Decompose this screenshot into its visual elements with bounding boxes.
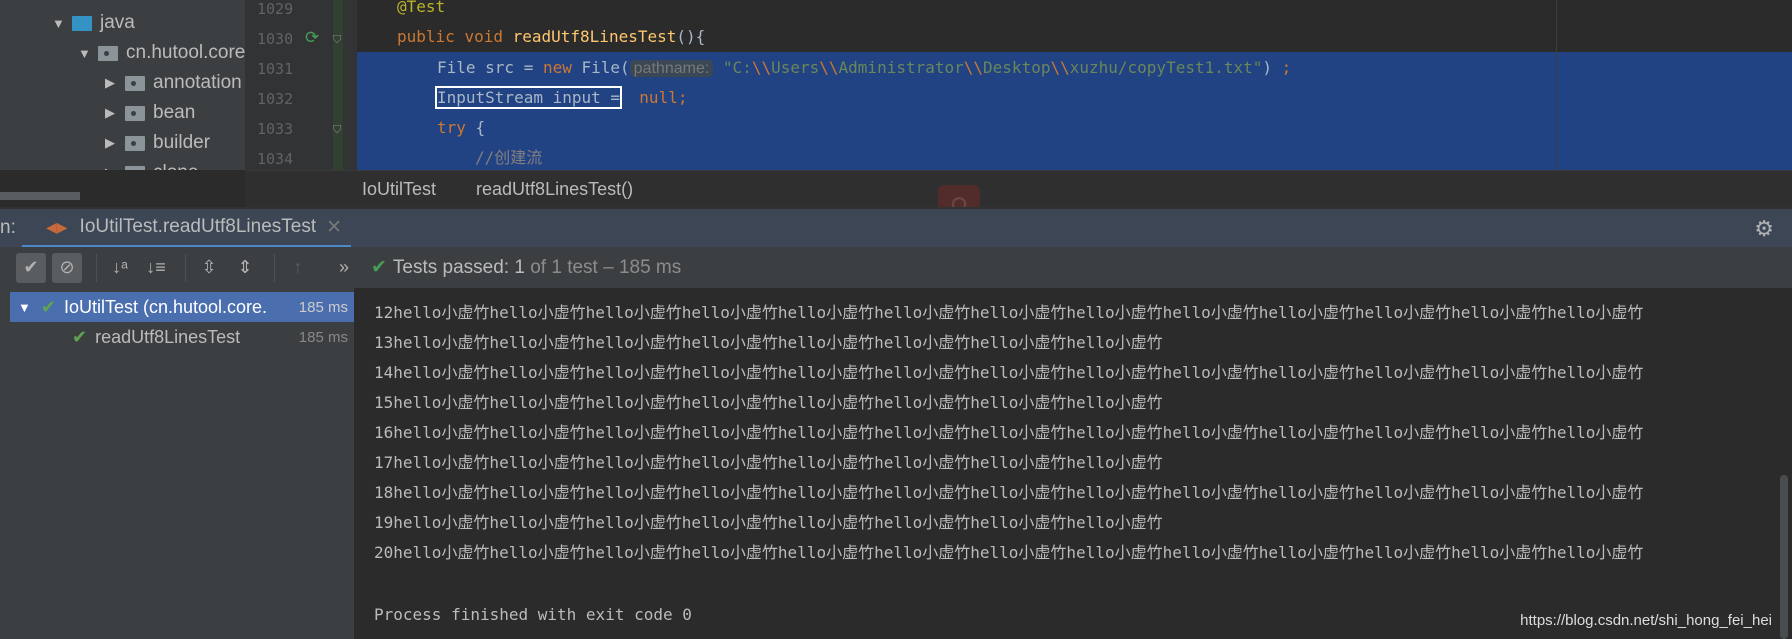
tree-item-package[interactable]: ▶clone [105,158,198,170]
code-line: //创建流 [475,148,543,167]
folder-icon [72,15,92,31]
watermark: https://blog.csdn.net/shi_hong_fei_hei [1520,612,1772,629]
tree-item-package[interactable]: ▶ builder [105,128,210,158]
tree-item-package[interactable]: ▼ cn.hutool.core [78,38,245,68]
parameter-hint: pathname: [629,60,714,77]
console-line: 15hello小虚竹hello小虚竹hello小虚竹hello小虚竹hello小… [374,393,1163,412]
exit-message: Process finished with exit code 0 [374,605,692,624]
package-icon [125,105,145,121]
console-scrollbar[interactable] [1780,475,1788,639]
line-number: 1032 [257,90,294,108]
expand-all-icon[interactable]: ⇳ [194,253,224,283]
show-ignored-button[interactable]: ⊘ [52,252,82,283]
console-line: 20hello小虚竹hello小虚竹hello小虚竹hello小虚竹hello小… [374,543,1644,562]
close-icon[interactable]: ✕ [326,216,342,239]
check-icon: ✔ [72,326,88,347]
test-toolbar: ✔ ⊘ ↓ᵃ ↓≡ ⇳ ⇕ ↑ » ✔ Tests passed: 1 of 1 … [0,247,1792,288]
console-line: 17hello小虚竹hello小虚竹hello小虚竹hello小虚竹hello小… [374,453,1163,472]
code-line: try { [437,118,486,137]
previous-failed-icon[interactable]: ↑ [283,253,313,283]
gear-icon[interactable]: ⚙ [1754,216,1774,242]
project-tree: ▼ java ▼ cn.hutool.core ▶ annotation ▶ bean … [0,0,245,170]
expand-arrow-icon[interactable]: ▼ [52,16,72,31]
editor-gutter: 1029 1030 1031 1032 1033 1034 ⟳ ⛉ ⛉ [245,0,357,170]
expand-arrow-icon[interactable]: ▼ [78,46,98,61]
breadcrumb: IoUtilTest readUtf8LinesTest() [245,170,1792,207]
console-line: 19hello小虚竹hello小虚竹hello小虚竹hello小虚竹hello小… [374,513,1163,532]
tree-item-package[interactable]: ▶ annotation [105,68,242,98]
breadcrumb-class[interactable]: IoUtilTest [362,179,436,200]
console-line: 16hello小虚竹hello小虚竹hello小虚竹hello小虚竹hello小… [374,423,1644,442]
code-line: File src = new File(pathname: "C:\\Users… [437,58,1292,77]
fold-marker-icon[interactable]: ⛉ [333,124,341,137]
sort-alphabetically-icon[interactable]: ↓ᵃ [105,253,135,283]
line-number: 1030 [257,30,294,48]
code-line: public void readUtf8LinesTest(){ [397,27,706,46]
collapse-arrow-icon[interactable]: ▶ [105,75,125,91]
sort-by-duration-icon[interactable]: ↓≡ [141,253,171,283]
console-line: 13hello小虚竹hello小虚竹hello小虚竹hello小虚竹hello小… [374,333,1163,352]
line-number: 1034 [257,150,294,168]
console-line: 14hello小虚竹hello小虚竹hello小虚竹hello小虚竹hello小… [374,363,1644,382]
check-icon: ✔ [371,257,387,278]
tree-item-package[interactable]: ▶ bean [105,98,195,128]
highlight-box: InputStream input = [434,86,623,109]
tab-label: IoUtilTest.readUtf8LinesTest [79,216,317,237]
check-icon: ✔ [40,296,56,317]
package-icon [125,75,145,91]
line-number: 1031 [257,60,294,78]
package-icon [125,135,145,151]
test-results-tree: ▼ ✔ IoUtilTest (cn.hutool.core. 185 ms ✔ rea… [0,288,354,639]
collapse-all-icon[interactable]: ⇕ [230,253,260,283]
tree-scrollbar[interactable] [0,192,80,200]
test-suite-row[interactable]: ▼ ✔ IoUtilTest (cn.hutool.core. 185 ms [10,292,354,322]
line-number: 1029 [257,0,294,18]
run-label: n: [0,217,16,238]
code-line: @Test [397,0,446,16]
code-editor[interactable]: @Test public void readUtf8LinesTest(){ F… [357,0,1792,170]
run-tool-window-header: n: ◀▶ IoUtilTest.readUtf8LinesTest ✕ ⚙ [0,207,1792,249]
line-number: 1033 [257,120,294,138]
test-status: ✔ Tests passed: 1 of 1 test – 185 ms [371,257,682,278]
fold-marker-icon[interactable]: ⛉ [333,34,341,47]
console-output[interactable]: 12hello小虚竹hello小虚竹hello小虚竹hello小虚竹hello小… [354,288,1775,639]
package-icon [125,165,145,170]
tab-run-config[interactable]: ◀▶ IoUtilTest.readUtf8LinesTest ✕ [22,209,351,249]
more-icon[interactable]: » [329,253,359,283]
test-config-icon: ◀▶ [46,218,68,235]
tree-item-java[interactable]: ▼ java [52,8,135,38]
collapse-arrow-icon[interactable]: ▶ [105,105,125,121]
code-line: InputStream input = null; [434,86,688,109]
console-line: 18hello小虚竹hello小虚竹hello小虚竹hello小虚竹hello小… [374,483,1644,502]
test-row[interactable]: ✔ readUtf8LinesTest 185 ms [10,322,354,352]
collapse-arrow-icon[interactable]: ▶ [105,135,125,151]
package-icon [98,45,118,61]
collapse-arrow-icon[interactable]: ▶ [105,165,125,170]
breadcrumb-method[interactable]: readUtf8LinesTest() [476,179,633,200]
expand-arrow-icon: ▼ [18,299,31,315]
show-passed-button[interactable]: ✔ [16,252,46,283]
run-test-icon[interactable]: ⟳ [305,28,319,48]
console-line: 12hello小虚竹hello小虚竹hello小虚竹hello小虚竹hello小… [374,303,1644,322]
